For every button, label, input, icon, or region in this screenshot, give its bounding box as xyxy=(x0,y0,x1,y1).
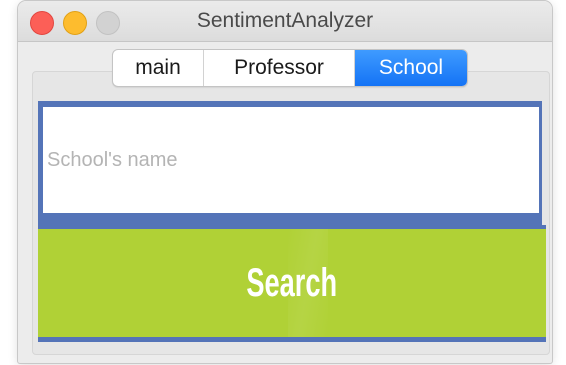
search-button[interactable]: Search xyxy=(38,229,546,337)
tab-professor[interactable]: Professor xyxy=(204,50,355,86)
window-title: SentimentAnalyzer xyxy=(196,9,374,32)
title-bar[interactable]: SentimentAnalyzer xyxy=(18,1,552,42)
search-button-label: Search xyxy=(246,260,338,305)
app-window: SentimentAnalyzer main Professor School … xyxy=(18,1,552,363)
search-button-frame: Search xyxy=(38,225,546,342)
tab-bar: main Professor School xyxy=(112,49,468,87)
tab-school[interactable]: School xyxy=(355,50,467,86)
tab-main[interactable]: main xyxy=(113,50,204,86)
school-name-input[interactable] xyxy=(43,107,539,213)
school-input-frame xyxy=(38,101,542,225)
